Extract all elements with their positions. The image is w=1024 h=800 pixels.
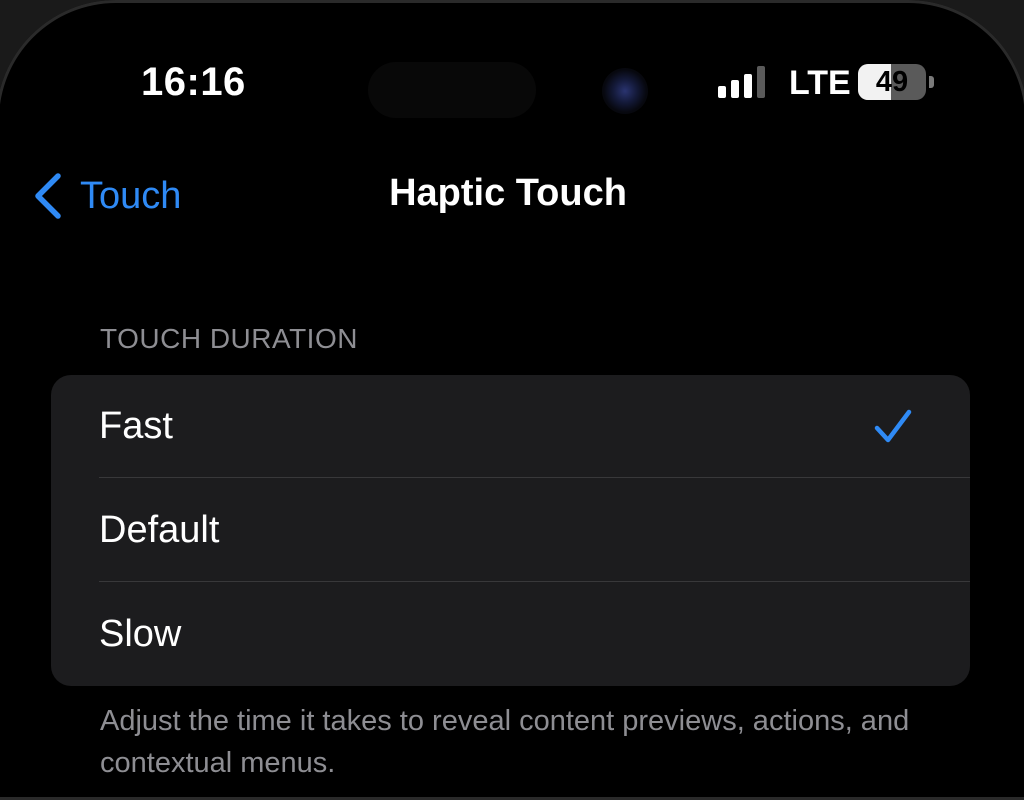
dynamic-island [368,62,536,118]
option-slow[interactable]: Slow [51,583,970,686]
option-label: Slow [99,613,182,655]
status-time: 16:16 [141,60,246,104]
checkmark-icon [874,409,912,443]
cellular-signal-icon [718,66,770,98]
chevron-left-icon [35,173,61,219]
signal-bar [731,80,739,98]
back-button[interactable]: Touch [32,166,181,226]
battery-icon: 49 [858,64,934,100]
row-divider [99,477,970,478]
phone-screen: 16:16 LTE 49 Haptic Touch Touch TOUCH DU… [0,0,1024,800]
battery-percent: 49 [875,66,909,98]
signal-bar [744,74,752,98]
option-fast[interactable]: Fast [51,375,970,478]
signal-bar [718,86,726,98]
back-button-label: Touch [80,174,182,217]
network-type: LTE [789,64,851,102]
touch-duration-options: Fast Default Slow [51,375,970,686]
section-footer-description: Adjust the time it takes to reveal conte… [100,705,910,779]
option-label: Fast [99,405,173,447]
section-header: TOUCH DURATION [100,323,358,354]
front-camera [602,68,648,114]
battery-terminal [929,76,934,88]
battery-shell: 49 [858,64,926,100]
navigation-bar: Haptic Touch Touch [0,160,1020,230]
option-default[interactable]: Default [51,479,970,582]
row-divider [99,581,970,582]
status-bar: 16:16 LTE 49 [0,0,1020,150]
option-label: Default [99,509,220,551]
signal-bar [757,66,765,98]
